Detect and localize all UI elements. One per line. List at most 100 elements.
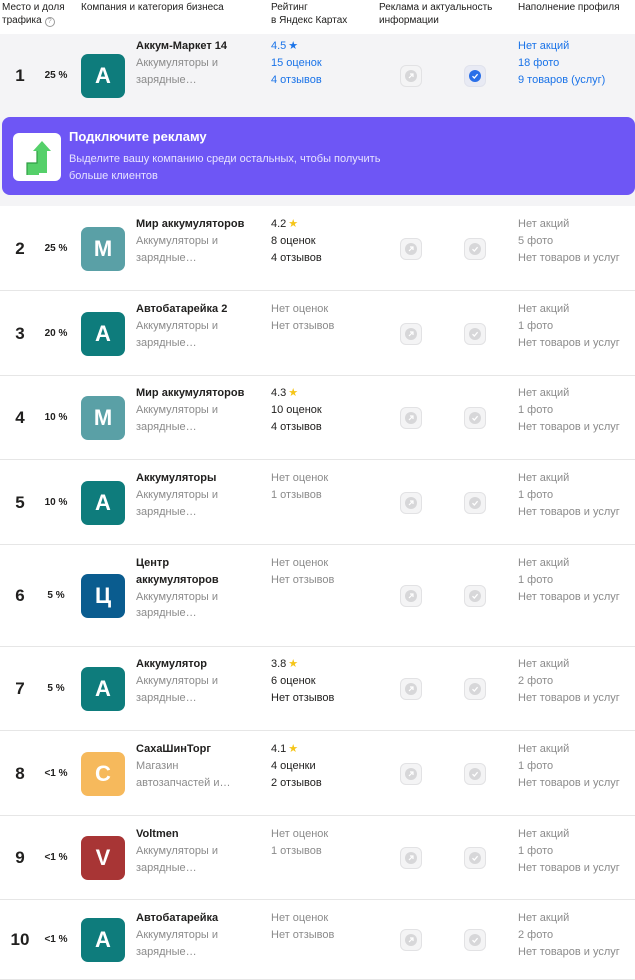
profile-line[interactable]: 18 фото	[518, 55, 635, 72]
info-verified-icon[interactable]	[464, 65, 486, 87]
profile-line[interactable]: Нет акций	[518, 38, 635, 55]
profile-fill[interactable]: Нет акций 18 фото 9 товаров (услуг)	[518, 38, 635, 88]
table-row[interactable]: 2 25 % М Мир аккумуляторов Аккумуляторы и зар…	[0, 206, 635, 291]
ads-status-icon[interactable]	[400, 847, 422, 869]
company-name[interactable]: Автобатарейка	[136, 910, 261, 927]
promo-banner[interactable]: Подключите рекламу Выделите вашу компани…	[2, 117, 635, 195]
rating-value: 4.1 ★	[271, 741, 381, 758]
rating-count: 15 оценок	[271, 55, 381, 72]
info-verified-icon[interactable]	[464, 491, 486, 514]
rating-text: Нет оценок	[271, 557, 329, 569]
company-category: Аккумуляторы и	[136, 844, 219, 857]
info-verified-icon[interactable]	[464, 322, 486, 345]
header-place-label: Место и доля трафика	[2, 2, 65, 26]
company-info[interactable]: СахаШинТорг Магазин автозапчастей и…	[136, 741, 261, 791]
company-info[interactable]: Автобатарейка Аккумуляторы и зарядные…	[136, 910, 261, 960]
avatar[interactable]: А	[81, 54, 125, 98]
promo-title: Подключите рекламу	[69, 129, 207, 144]
company-name[interactable]: СахаШинТорг	[136, 741, 261, 758]
company-category: зарядные…	[136, 251, 197, 264]
rating-info: Нет оценок 1 отзывов	[271, 826, 381, 860]
table-row[interactable]: 10 <1 % А Автобатарейка Аккумуляторы и зарядн…	[0, 900, 635, 980]
rating-value: 4.2 ★	[271, 216, 381, 233]
profile-line: Нет товаров и услуг	[518, 420, 620, 433]
rating-count: Нет отзывов	[271, 690, 381, 707]
rating-text: 4.5	[271, 40, 287, 52]
company-info[interactable]: Аккум-Маркет 14 Аккумуляторы и зарядные…	[136, 38, 261, 88]
avatar[interactable]: М	[81, 396, 125, 440]
company-info[interactable]: Центр аккумуляторов Аккумуляторы и зарядны…	[136, 555, 261, 622]
profile-line: 1 фото	[518, 844, 554, 857]
avatar[interactable]: М	[81, 226, 125, 271]
info-verified-icon[interactable]	[464, 847, 486, 869]
table-row[interactable]: 9 <1 % V Voltmen Аккумуляторы и зарядные… Нет …	[0, 816, 635, 900]
company-category: Аккумуляторы и	[136, 928, 219, 941]
rating-text: 3.8	[271, 658, 287, 670]
company-info[interactable]: Мир аккумуляторов Аккумуляторы и зарядные…	[136, 385, 261, 435]
ads-status-icon[interactable]	[400, 929, 422, 951]
help-icon[interactable]: ?	[44, 17, 55, 27]
company-name[interactable]: Аккум-Маркет 14	[136, 38, 261, 55]
rank-number: 9	[15, 848, 25, 867]
avatar[interactable]: А	[81, 918, 125, 962]
table-row[interactable]: 4 10 % М Мир аккумуляторов Аккумуляторы и зар…	[0, 376, 635, 460]
ads-status-icon[interactable]	[400, 65, 422, 87]
avatar[interactable]: А	[81, 667, 125, 711]
rating-count: 1 отзывов	[271, 843, 381, 860]
company-category: зарядные…	[136, 945, 197, 958]
check-icon	[469, 934, 481, 946]
company-info[interactable]: Мир аккумуляторов Аккумуляторы и зарядные…	[136, 216, 261, 266]
company-info[interactable]: Автобатарейка 2 Аккумуляторы и зарядные…	[136, 301, 261, 351]
star-icon: ★	[288, 743, 299, 755]
ads-status-icon[interactable]	[400, 237, 422, 260]
table-row[interactable]: 6 5 % Ц Центр аккумуляторов Аккумуляторы и за…	[0, 545, 635, 647]
rating-info: Нет оценок Нет отзывов	[271, 555, 381, 589]
ads-status-icon[interactable]	[400, 678, 422, 700]
ads-status-icon[interactable]	[400, 491, 422, 514]
info-verified-icon[interactable]	[464, 762, 486, 785]
traffic-share: <1 %	[44, 767, 68, 779]
avatar[interactable]: С	[81, 751, 125, 796]
ad-circle-icon	[405, 496, 417, 509]
avatar[interactable]: Ц	[81, 574, 125, 618]
ads-status-icon[interactable]	[400, 407, 422, 429]
company-name[interactable]: Автобатарейка 2	[136, 301, 261, 318]
check-icon	[469, 70, 481, 82]
company-category: зарядные…	[136, 505, 197, 518]
table-row[interactable]: 5 10 % А Аккумуляторы Аккумуляторы и зарядные…	[0, 460, 635, 545]
ad-circle-icon	[405, 70, 417, 82]
ads-status-icon[interactable]	[400, 322, 422, 345]
company-name[interactable]: Аккумулятор	[136, 656, 261, 673]
table-row[interactable]: 8 <1 % С СахаШинТорг Магазин автозапчастей и……	[0, 731, 635, 816]
avatar[interactable]: А	[81, 311, 125, 356]
promo-text: Выделите вашу компанию среди остальных, …	[69, 153, 381, 182]
profile-line: Нет товаров и услуг	[518, 861, 620, 874]
info-verified-icon[interactable]	[464, 929, 486, 951]
info-verified-icon[interactable]	[464, 237, 486, 260]
avatar[interactable]: V	[81, 836, 125, 880]
info-verified-icon[interactable]	[464, 585, 486, 607]
table-row[interactable]: 7 5 % А Аккумулятор Аккумуляторы и зарядные… 3…	[0, 647, 635, 731]
company-info[interactable]: Voltmen Аккумуляторы и зарядные…	[136, 826, 261, 876]
info-verified-icon[interactable]	[464, 678, 486, 700]
company-name[interactable]: Мир аккумуляторов	[136, 216, 261, 233]
rating-count: 4 оценки	[271, 758, 381, 775]
company-name[interactable]: Аккумуляторы	[136, 470, 261, 487]
rating-text: 2 отзывов	[271, 776, 322, 789]
company-info[interactable]: Аккумуляторы Аккумуляторы и зарядные…	[136, 470, 261, 520]
rating-info[interactable]: 4.5 ★ 15 оценок 4 отзывов	[271, 38, 381, 88]
avatar[interactable]: А	[81, 480, 125, 525]
company-name[interactable]: Мир аккумуляторов	[136, 385, 261, 402]
info-verified-icon[interactable]	[464, 407, 486, 429]
company-name[interactable]: Voltmen	[136, 826, 261, 843]
ads-status-icon[interactable]	[400, 762, 422, 785]
company-category: зарядные…	[136, 861, 197, 874]
rank-number: 8	[15, 763, 25, 783]
profile-line: Нет акций	[518, 557, 570, 569]
company-info[interactable]: Аккумулятор Аккумуляторы и зарядные…	[136, 656, 261, 706]
company-name[interactable]: Центр аккумуляторов	[136, 555, 246, 589]
table-row[interactable]: 3 20 % А Автобатарейка 2 Аккумуляторы и заряд…	[0, 291, 635, 376]
ads-status-icon[interactable]	[400, 585, 422, 607]
profile-line[interactable]: 9 товаров (услуг)	[518, 72, 635, 89]
company-category: Аккумуляторы и	[136, 488, 219, 501]
